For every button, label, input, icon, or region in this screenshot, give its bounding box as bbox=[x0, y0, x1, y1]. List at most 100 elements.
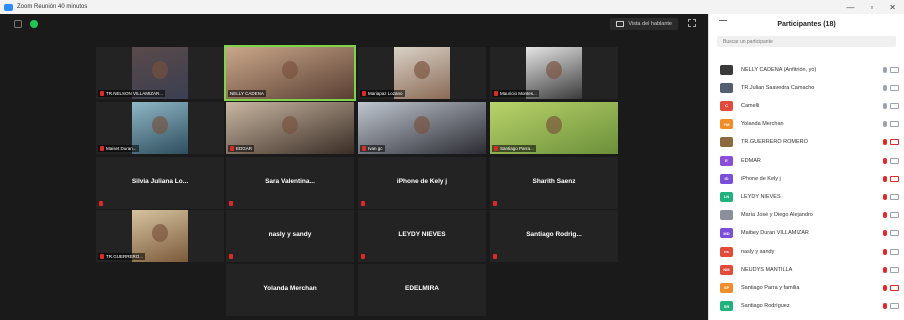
participant-name-label: EDGAR bbox=[228, 145, 255, 152]
participant-list-item[interactable]: MD Maibey Duran VILLAMIZAR bbox=[709, 225, 904, 242]
camera-off-icon bbox=[890, 175, 899, 182]
participant-list-name: Camelli bbox=[741, 102, 760, 109]
participants-panel: Participantes (18) Buscar un participant… bbox=[708, 14, 904, 320]
collapse-panel-icon[interactable] bbox=[719, 20, 727, 21]
participant-tile[interactable]: EDGAR bbox=[226, 102, 354, 154]
meeting-info-icon[interactable] bbox=[14, 20, 22, 28]
participant-list-name: NEUDYS MANTILLA bbox=[741, 266, 793, 273]
fullscreen-icon[interactable] bbox=[688, 19, 696, 27]
participant-status-icons bbox=[883, 175, 899, 182]
participant-tile[interactable]: LEYDY NIEVES bbox=[358, 210, 486, 262]
participant-status-icons bbox=[883, 284, 899, 291]
participant-name-text: Mauricio Montes... bbox=[500, 91, 537, 96]
view-toggle-label: Vista del hablante bbox=[628, 21, 672, 27]
participant-name: LEYDY NIEVES bbox=[398, 231, 446, 238]
participant-status-icons bbox=[883, 139, 899, 146]
participant-name: Sharith Saenz bbox=[532, 178, 576, 185]
camera-icon bbox=[890, 66, 899, 73]
camera-icon bbox=[890, 157, 899, 164]
muted-mic-icon bbox=[229, 201, 233, 206]
participant-name: iPhone de Kely j bbox=[396, 178, 448, 185]
participant-tile[interactable]: Mariapaz Lozano bbox=[358, 47, 486, 99]
participant-name-label: Mariapaz Lozano bbox=[360, 90, 405, 97]
participant-list-item[interactable]: ns nasly y sandy bbox=[709, 243, 904, 260]
participant-name: Yolanda Merchan bbox=[263, 285, 317, 292]
participant-silhouette bbox=[414, 116, 430, 134]
participant-name: Sara Valentina... bbox=[265, 178, 315, 185]
participant-list-name: Maibey Duran VILLAMIZAR bbox=[741, 230, 809, 237]
participant-tile[interactable]: TR.NELSON VILLAMIZAR... bbox=[96, 47, 224, 99]
participant-name-label: Ivan gc bbox=[360, 145, 385, 152]
participant-tile[interactable]: Maiset Duran... bbox=[96, 102, 224, 154]
avatar bbox=[720, 137, 733, 148]
participant-tile[interactable]: NELLY CADENA bbox=[224, 45, 356, 101]
participant-tile[interactable]: Yolanda Merchan bbox=[226, 264, 354, 316]
muted-mic-icon bbox=[100, 146, 104, 151]
participant-tile[interactable]: nasly y sandy bbox=[226, 210, 354, 262]
participant-tile[interactable]: Sharith Saenz bbox=[490, 157, 618, 209]
participant-status-icons bbox=[883, 193, 899, 200]
participant-tile[interactable]: Santiago Parra... bbox=[490, 102, 618, 154]
participant-list-name: TR.GUERRERO ROMERO bbox=[741, 139, 808, 146]
participant-tile[interactable]: Silvia Juliana Lo... bbox=[96, 157, 224, 209]
participant-list-item[interactable]: NELLY CADENA (Anfitrión, yo) bbox=[709, 61, 904, 78]
muted-mic-icon bbox=[230, 146, 234, 151]
muted-mic-icon bbox=[100, 91, 104, 96]
avatar: iD bbox=[720, 173, 733, 184]
participant-tile[interactable]: iPhone de Kely j bbox=[358, 157, 486, 209]
participant-name-text: EDGAR bbox=[236, 146, 253, 151]
avatar: E bbox=[720, 155, 733, 166]
camera-icon bbox=[890, 248, 899, 255]
participant-tile[interactable]: Ivan gc bbox=[358, 102, 486, 154]
participant-name-text: TR.GUERRERO... bbox=[106, 254, 144, 259]
participant-name-label: NELLY CADENA bbox=[228, 90, 266, 97]
participant-name-text: Ivan gc bbox=[368, 146, 383, 151]
muted-mic-icon bbox=[883, 266, 887, 273]
participant-status-icons bbox=[883, 102, 899, 109]
avatar bbox=[720, 210, 733, 221]
mic-icon bbox=[883, 66, 887, 73]
participant-list-item[interactable]: SR Santiago Rodríguez bbox=[709, 298, 904, 315]
participant-list-name: Santiago Parra y familia bbox=[741, 284, 800, 291]
zoom-logo-icon bbox=[4, 3, 13, 11]
participant-name-label: Maiset Duran... bbox=[98, 145, 139, 152]
participant-tile[interactable]: TR.GUERRERO... bbox=[96, 210, 224, 262]
minimize-icon[interactable]: — bbox=[846, 3, 854, 12]
muted-mic-icon bbox=[494, 91, 498, 96]
video-gallery: Vista del hablante TR.NELSON VILLAMIZAR.… bbox=[0, 14, 708, 320]
avatar: YM bbox=[720, 119, 733, 130]
participant-name: EDELMIRA bbox=[405, 285, 439, 292]
muted-mic-icon bbox=[883, 193, 887, 200]
participant-list-item[interactable]: TR.GUERRERO ROMERO bbox=[709, 134, 904, 151]
participant-name-label: TR.GUERRERO... bbox=[98, 253, 146, 260]
participant-list-name: nasly y sandy bbox=[741, 248, 775, 255]
participant-list-item[interactable]: SP Santiago Parra y familia bbox=[709, 279, 904, 296]
camera-off-icon bbox=[890, 284, 899, 291]
participant-name-label: TR.NELSON VILLAMIZAR... bbox=[98, 90, 166, 97]
participant-tile[interactable]: Mauricio Montes... bbox=[490, 47, 618, 99]
muted-mic-icon bbox=[493, 201, 497, 206]
close-icon[interactable]: ✕ bbox=[889, 3, 896, 12]
participant-list-item[interactable]: iD iPhone de Kely j bbox=[709, 170, 904, 187]
participant-tile[interactable]: EDELMIRA bbox=[358, 264, 486, 316]
maximize-icon[interactable]: ▫ bbox=[870, 3, 873, 12]
participant-list-item[interactable]: NM NEUDYS MANTILLA bbox=[709, 261, 904, 278]
participant-list-name: Santiago Rodríguez bbox=[741, 303, 790, 310]
participant-tile[interactable]: Sara Valentina... bbox=[226, 157, 354, 209]
muted-mic-icon bbox=[883, 303, 887, 310]
participant-list-item[interactable]: C Camelli bbox=[709, 97, 904, 114]
participant-list-item[interactable]: E EDMAR bbox=[709, 152, 904, 169]
participant-list-item[interactable]: LN LEYDY NIEVES bbox=[709, 188, 904, 205]
avatar bbox=[720, 64, 733, 75]
view-toggle-button[interactable]: Vista del hablante bbox=[610, 18, 678, 30]
participant-list-item[interactable]: TR.Julian Saavedra Camacho bbox=[709, 79, 904, 96]
participant-list-item[interactable]: María José y Diego Alejandro bbox=[709, 207, 904, 224]
participant-name-label: Santiago Parra... bbox=[492, 145, 536, 152]
participant-search-input[interactable]: Buscar un participante bbox=[717, 36, 896, 47]
avatar: C bbox=[720, 100, 733, 111]
encryption-shield-icon[interactable] bbox=[30, 20, 38, 28]
participant-tile[interactable]: Santiago Rodrig... bbox=[490, 210, 618, 262]
participant-list-item[interactable]: YM Yolanda Merchan bbox=[709, 116, 904, 133]
camera-icon bbox=[890, 102, 899, 109]
participants-header: Participantes (18) bbox=[709, 14, 904, 34]
